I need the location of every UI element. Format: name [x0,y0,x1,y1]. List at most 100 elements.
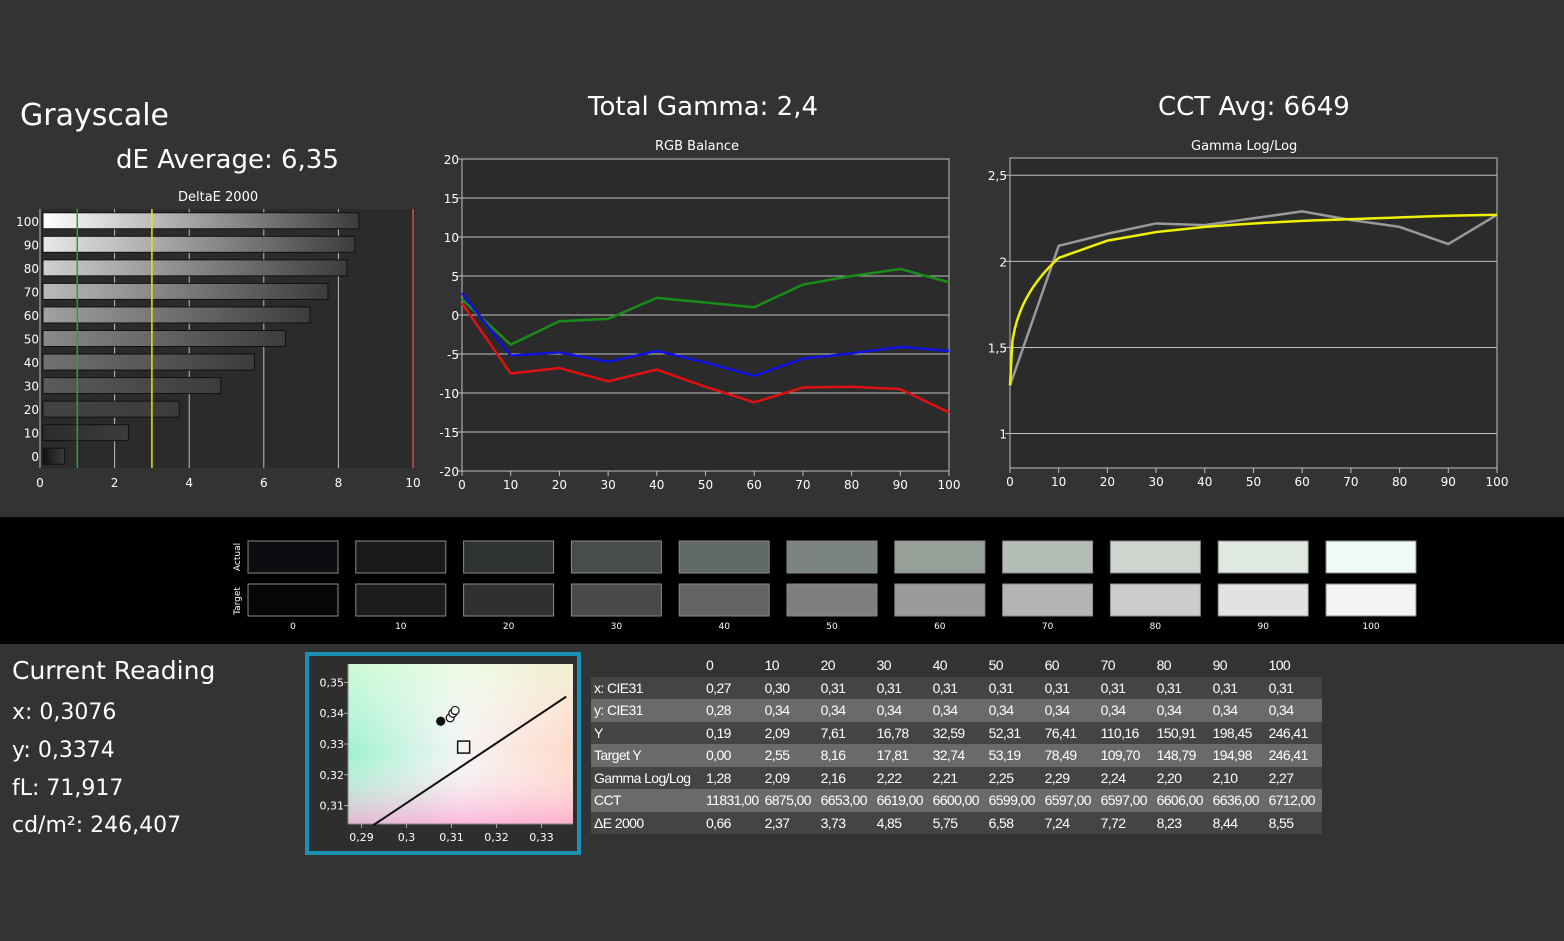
table-cell: 2,20 [1153,766,1210,789]
y-tick-label: 0 [451,309,459,323]
table-cell: 6597,00 [1041,789,1098,812]
actual-swatch-30 [570,540,662,574]
x-tick-label: 4 [185,476,193,490]
target-swatch-100 [1325,583,1417,617]
table-cell: 150,91 [1153,721,1210,744]
table-cell: 0,34 [1153,699,1210,722]
bar-40 [42,353,255,371]
table-cell: 6606,00 [1153,789,1210,812]
table-cell: 2,10 [1209,766,1266,789]
column-header: 10 [761,654,818,677]
actual-row-label: Actual [233,543,243,571]
x-tick-label: 0,33 [529,831,554,844]
rgb-balance-chart: 20151050-5-10-15-200 10 20 30 40 50 60 70 80 90 10… [439,153,961,492]
target-swatch-80 [1109,583,1201,617]
cie-scatter-chart: 0,35 0,34 0,33 0,32 0,31 0,29 0,3 0,31 0,32 0,33 [320,664,573,844]
table-cell: 7,72 [1097,811,1154,834]
table-cell: 8,55 [1265,811,1322,834]
x-tick-label: 0,29 [349,831,374,844]
swatch-label: 80 [1150,622,1162,632]
bar-70 [42,282,329,300]
table-cell: 8,23 [1153,811,1210,834]
cie-diagram-frame: 0,35 0,34 0,33 0,32 0,31 0,29 0,3 0,31 0,32 0,33 [305,652,581,855]
x-tick-label: 100 [1486,475,1509,489]
table-cell: 246,41 [1265,721,1322,744]
table-cell: 1,28 [703,766,762,789]
table-cell: 0,34 [817,699,874,722]
table-cell: 0,31 [817,676,874,699]
bar-30 [42,377,222,395]
cie-background-overlay [348,664,573,824]
target-swatch-60 [894,583,986,617]
y-tick-label: 10 [444,231,459,245]
x-tick-label: 50 [698,478,713,492]
table-cell: 2,25 [985,766,1042,789]
swatch-grid: Actual Target 0 10 20 30 40 50 60 70 80 90 100 [228,537,1426,637]
y-tick-label: 0,34 [320,707,345,720]
row-label: Y [591,721,703,744]
actual-swatch-80 [1109,540,1201,574]
x-tick-label: 80 [1392,475,1407,489]
table-cell: 0,66 [703,811,762,834]
table-cell: 4,85 [873,811,930,834]
column-header: 60 [1041,654,1098,677]
table-cell: 0,34 [1209,699,1266,722]
x-tick-label: 50 [1246,475,1261,489]
table-cell: 0,34 [1097,699,1154,722]
table-row: CCT 11831,00 6875,00 6653,00 6619,00 6600,00 6… [591,789,1322,812]
table-cell: 8,16 [817,744,874,767]
table-cell: 0,34 [929,699,986,722]
column-header: 0 [703,654,762,677]
x-tick-label: 40 [649,478,664,492]
table-cell: 194,98 [1209,744,1266,767]
table-row: Y 0,19 2,09 7,61 16,78 32,59 52,31 76,41 110,16 1… [591,721,1322,744]
target-swatch-10 [355,583,447,617]
x-tick-label: 0,3 [398,831,416,844]
swatch-label: 90 [1257,622,1269,632]
x-tick-label: 0 [36,476,44,490]
x-tick-label: 40 [1197,475,1212,489]
x-tick-label: 30 [1148,475,1163,489]
y-tick-label: 50 [24,333,39,347]
y-tick-label: 15 [444,192,459,206]
actual-swatch-100 [1325,540,1417,574]
actual-swatch-60 [894,540,986,574]
y-tick-label: 0,33 [320,738,345,751]
y-tick-label: 40 [24,356,39,370]
target-swatch-0 [247,583,339,617]
x-tick-label: 70 [1343,475,1358,489]
row-label: ΔE 2000 [591,811,703,834]
table-cell: 6653,00 [817,789,874,812]
table-header-row: 0 10 20 30 40 50 60 70 80 90 100 [591,654,1322,677]
x-tick-label: 0,31 [439,831,464,844]
x-tick-label: 60 [747,478,762,492]
x-tick-label: 2 [111,476,119,490]
table-row: Gamma Log/Log 1,28 2,09 2,16 2,22 2,21 2,25 2,2… [591,766,1322,789]
column-header: 40 [929,654,986,677]
row-label: CCT [591,789,703,812]
x-tick-label: 100 [938,478,961,492]
y-tick-label: 30 [24,380,39,394]
x-tick-label: 10 [1051,475,1066,489]
table-cell: 11831,00 [703,789,762,812]
table-row: x: CIE31 0,27 0,30 0,31 0,31 0,31 0,31 0,31 0,31… [591,676,1322,699]
column-header: 30 [873,654,930,677]
table-cell: 2,21 [929,766,986,789]
bar-20 [42,400,180,418]
table-cell: 0,30 [761,676,818,699]
grayscale-swatch-panel: Actual Target 0 10 20 30 40 50 60 70 80 90 100 [0,517,1564,644]
table-corner-cell [591,654,703,677]
table-cell: 110,16 [1097,721,1154,744]
table-cell: 5,75 [929,811,986,834]
table-cell: 53,19 [985,744,1042,767]
table-row: Target Y 0,00 2,55 8,16 17,81 32,74 53,19 78,49… [591,744,1322,767]
table-cell: 6875,00 [761,789,818,812]
table-cell: 0,34 [1265,699,1322,722]
table-cell: 0,31 [1153,676,1210,699]
table-cell: 6712,00 [1265,789,1322,812]
actual-swatch-40 [678,540,770,574]
plot-area [1009,157,1498,469]
table-cell: 0,31 [1209,676,1266,699]
actual-swatch-90 [1217,540,1309,574]
row-label: x: CIE31 [591,676,703,699]
